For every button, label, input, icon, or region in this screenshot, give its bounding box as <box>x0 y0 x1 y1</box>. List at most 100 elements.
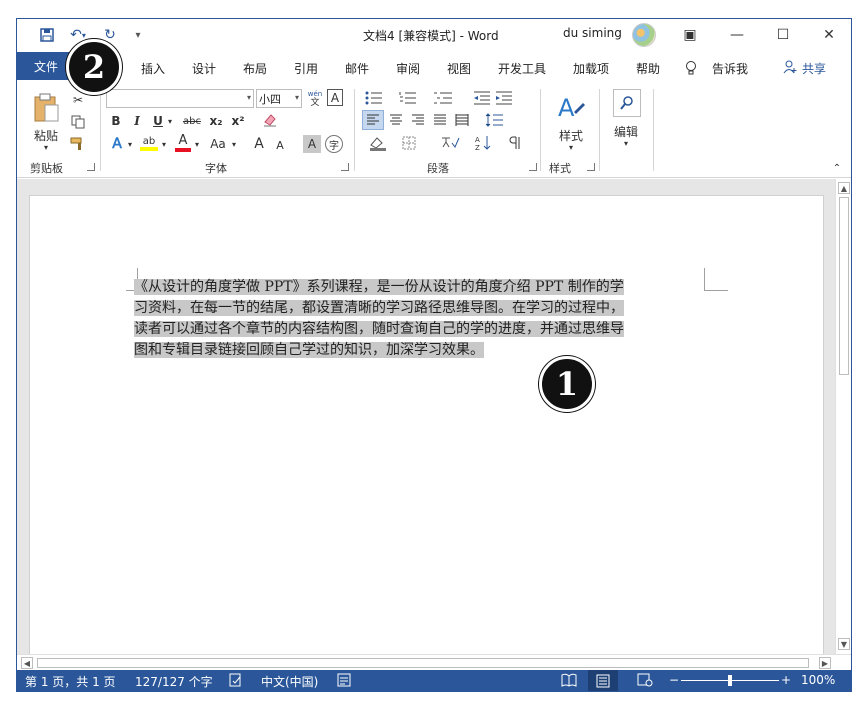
tell-me-search[interactable]: 告诉我 <box>712 60 748 77</box>
paste-dropdown-icon[interactable]: ▾ <box>41 143 51 152</box>
scroll-right-icon[interactable]: ▶ <box>819 657 831 669</box>
paste-icon[interactable] <box>31 91 61 125</box>
body-line[interactable]: 读者可以通过各个章节的内容结构图，随时查询自己的学的进度，并通过思维导 <box>134 319 694 340</box>
share-icon[interactable] <box>783 60 797 77</box>
word-count[interactable]: 127/127 个字 <box>135 673 213 690</box>
cut-icon[interactable]: ✂ <box>69 91 87 109</box>
text-effects-button[interactable]: A <box>109 135 125 153</box>
tab-design[interactable]: 设计 <box>192 60 216 77</box>
subscript-button[interactable]: x₂ <box>207 113 225 129</box>
tab-help[interactable]: 帮助 <box>636 60 660 77</box>
tab-addins[interactable]: 加载项 <box>573 60 609 77</box>
align-right-button[interactable] <box>408 110 428 130</box>
editing-button[interactable]: 编辑 <box>609 123 643 140</box>
avatar[interactable] <box>632 23 656 47</box>
customize-icon[interactable]: ▾ <box>131 25 145 45</box>
chevron-down-icon[interactable]: ▾ <box>192 135 202 153</box>
zoom-in-button[interactable]: + <box>781 673 791 687</box>
scroll-left-icon[interactable]: ◀ <box>21 657 33 669</box>
chevron-down-icon[interactable]: ▾ <box>621 139 631 148</box>
save-icon[interactable] <box>37 25 57 45</box>
font-name-combo[interactable]: ▾ <box>106 89 254 108</box>
character-shading-button[interactable]: A <box>303 135 321 153</box>
font-launcher-icon[interactable] <box>341 163 349 171</box>
character-border-icon[interactable]: A <box>327 89 343 106</box>
close-button[interactable]: ✕ <box>806 19 851 50</box>
selected-text[interactable]: 读者可以通过各个章节的内容结构图，随时查询自己的学的进度，并通过思维导 <box>134 321 624 337</box>
numbering-icon[interactable] <box>397 89 419 107</box>
body-line[interactable]: 《从设计的角度学做 PPT》系列课程，是一份从设计的角度介绍 PPT 制作的学 <box>134 277 694 298</box>
scroll-down-icon[interactable]: ▼ <box>838 638 850 650</box>
asian-layout-icon[interactable] <box>437 133 463 153</box>
paragraph-launcher-icon[interactable] <box>529 163 537 171</box>
enclose-characters-button[interactable]: 字 <box>325 135 343 153</box>
highlight-button[interactable]: ab <box>139 133 159 153</box>
zoom-slider[interactable] <box>681 675 779 686</box>
justify-button[interactable] <box>430 110 450 130</box>
tab-view[interactable]: 视图 <box>447 60 471 77</box>
lightbulb-icon[interactable] <box>684 60 698 79</box>
change-case-button[interactable]: Aa <box>207 135 229 153</box>
paragraph-shading-icon[interactable] <box>365 133 391 153</box>
proofing-icon[interactable] <box>229 673 243 690</box>
shrink-font-button[interactable]: A <box>273 137 287 153</box>
zoom-out-button[interactable]: − <box>669 673 679 687</box>
format-painter-icon[interactable] <box>69 135 87 153</box>
paste-button[interactable]: 粘贴 <box>31 127 61 144</box>
read-mode-icon[interactable] <box>561 673 577 690</box>
increase-indent-icon[interactable] <box>494 89 514 107</box>
copy-icon[interactable] <box>69 113 87 131</box>
body-line[interactable]: 习资料，在每一节的结尾，都设置清晰的学习路径思维导图。在学习的过程中， <box>134 298 694 319</box>
styles-button[interactable]: 样式 <box>555 127 587 144</box>
grow-font-button[interactable]: A <box>251 135 267 153</box>
chevron-down-icon[interactable]: ▾ <box>125 135 135 153</box>
print-layout-icon[interactable] <box>588 670 618 691</box>
document-body[interactable]: 《从设计的角度学做 PPT》系列课程，是一份从设计的角度介绍 PPT 制作的学 … <box>134 277 694 361</box>
align-center-button[interactable] <box>386 110 406 130</box>
styles-launcher-icon[interactable] <box>587 163 595 171</box>
tab-developer[interactable]: 开发工具 <box>498 60 546 77</box>
ribbon-display-icon[interactable]: ▣ <box>667 19 713 50</box>
zoom-level[interactable]: 100% <box>801 673 835 687</box>
body-line[interactable]: 图和专辑目录链接回顾自己学过的知识，加深学习效果。 <box>134 340 694 361</box>
chevron-down-icon[interactable]: ▾ <box>566 143 576 152</box>
font-color-button[interactable]: A <box>174 133 192 153</box>
bold-button[interactable]: B <box>109 113 123 129</box>
user-name[interactable]: du siming <box>563 26 622 40</box>
tab-review[interactable]: 审阅 <box>396 60 420 77</box>
selected-text[interactable]: 《从设计的角度学做 PPT》系列课程，是一份从设计的角度介绍 PPT 制作的学 <box>134 279 624 295</box>
clear-formatting-icon[interactable] <box>261 111 279 129</box>
chevron-down-icon[interactable]: ▾ <box>165 113 175 129</box>
bullets-icon[interactable] <box>363 89 385 107</box>
language[interactable]: 中文(中国) <box>261 673 318 690</box>
horizontal-scrollbar[interactable]: ◀ ▶ <box>17 654 851 670</box>
find-icon[interactable] <box>613 89 641 117</box>
superscript-button[interactable]: x² <box>229 113 247 129</box>
selected-text[interactable]: 习资料，在每一节的结尾，都设置清晰的学习路径思维导图。在学习的过程中， <box>134 300 624 316</box>
chevron-down-icon[interactable]: ▾ <box>229 135 239 153</box>
show-marks-icon[interactable] <box>503 133 527 153</box>
distributed-button[interactable] <box>452 110 472 130</box>
font-size-combo[interactable]: 小四 ▾ <box>256 89 302 108</box>
borders-icon[interactable] <box>397 133 421 153</box>
tab-layout[interactable]: 布局 <box>243 60 267 77</box>
multilevel-list-icon[interactable] <box>431 89 455 107</box>
clipboard-launcher-icon[interactable] <box>87 163 95 171</box>
collapse-ribbon-icon[interactable]: ⌃ <box>831 163 843 174</box>
selected-text[interactable]: 图和专辑目录链接回顾自己学过的知识，加深学习效果。 <box>134 342 484 358</box>
minimize-button[interactable]: — <box>714 19 760 50</box>
scroll-up-icon[interactable]: ▲ <box>838 182 850 194</box>
sort-icon[interactable]: AZ <box>471 133 495 153</box>
maximize-button[interactable]: ☐ <box>760 19 806 50</box>
macro-record-icon[interactable] <box>337 673 351 690</box>
horizontal-scroll-thumb[interactable] <box>37 658 809 668</box>
italic-button[interactable]: I <box>130 113 144 129</box>
vertical-scroll-thumb[interactable] <box>839 197 849 375</box>
page-count[interactable]: 第 1 页，共 1 页 <box>25 673 116 690</box>
share-button[interactable]: 共享 <box>802 60 826 77</box>
chevron-down-icon[interactable]: ▾ <box>159 135 169 153</box>
underline-button[interactable]: U <box>151 113 165 129</box>
line-spacing-icon[interactable] <box>482 110 508 130</box>
zoom-slider-thumb[interactable] <box>728 675 732 686</box>
align-left-button[interactable] <box>362 110 384 130</box>
